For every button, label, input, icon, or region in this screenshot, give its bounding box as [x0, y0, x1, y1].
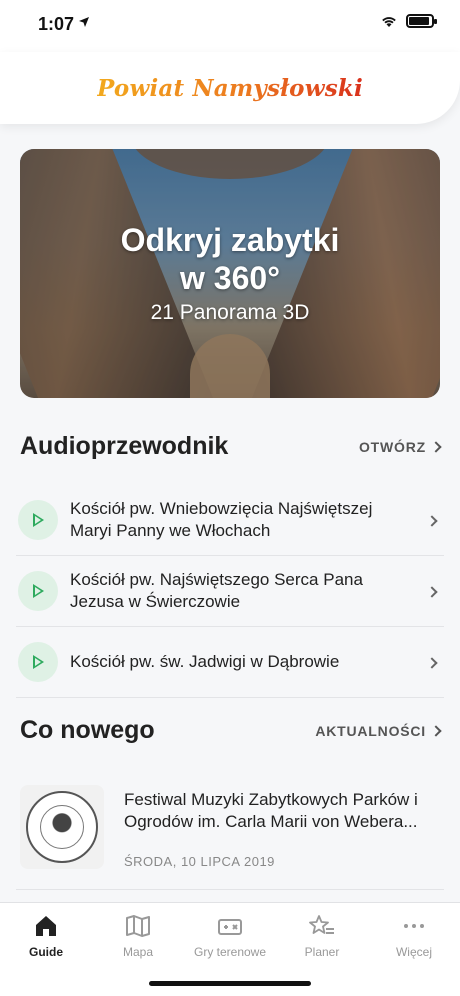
- tab-label: Planer: [304, 945, 340, 959]
- audio-item-label: Kościół pw. Najświętszego Serca Pana Jez…: [70, 570, 363, 611]
- tab-guide[interactable]: Guide: [0, 913, 92, 959]
- news-section-header: Co nowego AKTUALNOŚCI: [20, 716, 442, 745]
- more-icon: [401, 913, 427, 939]
- tab-label: Mapa: [122, 945, 154, 959]
- chevron-right-icon: [430, 724, 442, 737]
- chevron-right-icon: [426, 657, 438, 669]
- audio-section-title: Audioprzewodnik: [20, 432, 229, 460]
- banner-title-line1: Odkryj zabytki: [120, 222, 340, 258]
- chevron-right-icon: [426, 515, 438, 527]
- star-list-icon: [309, 913, 335, 939]
- seal-logo: [26, 791, 98, 863]
- location-arrow-icon: [78, 16, 90, 31]
- map-icon: [125, 913, 151, 939]
- banner-title-line2: w 360°: [180, 260, 280, 296]
- audio-item-label: Kościół pw. św. Jadwigi w Dąbrowie: [70, 652, 340, 671]
- news-link-label: AKTUALNOŚCI: [315, 722, 426, 739]
- brand-logo: Powiat Namysłowski: [97, 74, 363, 102]
- audio-section-header: Audioprzewodnik OTWÓRZ: [20, 432, 442, 461]
- play-button[interactable]: [18, 642, 58, 682]
- app-header: Powiat Namysłowski: [0, 52, 460, 124]
- news-item-date: ŚRODA, 10 LIPCA 2019: [124, 854, 275, 869]
- tab-gry-terenowe[interactable]: Gry terenowe: [184, 913, 276, 959]
- battery-icon: [406, 14, 437, 28]
- audio-list: Kościół pw. Wniebowzięcia Najświętszej M…: [16, 485, 444, 698]
- tab-planer[interactable]: Planer: [276, 913, 368, 959]
- status-time: 1:07: [38, 14, 75, 34]
- play-button[interactable]: [18, 571, 58, 611]
- audio-item[interactable]: Kościół pw. Najświętszego Serca Pana Jez…: [16, 556, 444, 627]
- tab-mapa[interactable]: Mapa: [92, 913, 184, 959]
- tab-wiecej[interactable]: Więcej: [368, 913, 460, 959]
- home-indicator: [149, 981, 311, 986]
- play-button[interactable]: [18, 500, 58, 540]
- tab-label: Guide: [28, 945, 63, 959]
- audio-item[interactable]: Kościół pw. Wniebowzięcia Najświętszej M…: [16, 485, 444, 556]
- banner-title: Odkryj zabytki w 360°: [20, 221, 440, 297]
- news-thumbnail: [20, 785, 104, 869]
- status-bar: 1:07: [0, 0, 460, 52]
- audio-open-link[interactable]: OTWÓRZ: [358, 438, 442, 455]
- tab-label: Więcej: [395, 945, 432, 959]
- audio-item-label: Kościół pw. Wniebowzięcia Najświętszej M…: [70, 499, 373, 540]
- chevron-right-icon: [426, 586, 438, 598]
- audio-open-label: OTWÓRZ: [358, 438, 426, 455]
- chevron-right-icon: [430, 440, 442, 453]
- game-icon: [217, 913, 243, 939]
- news-item[interactable]: Festiwal Muzyki Zabytkowych Parków i Ogr…: [16, 775, 444, 890]
- tab-bar: Guide Mapa Gry terenowe Planer Więcej: [0, 902, 460, 996]
- banner-subtitle: 21 Panorama 3D: [150, 301, 310, 324]
- news-section-title: Co nowego: [20, 716, 155, 744]
- news-item-title: Festiwal Muzyki Zabytkowych Parków i Ogr…: [124, 790, 418, 831]
- tab-label: Gry terenowe: [193, 945, 267, 959]
- status-icons: [380, 14, 437, 28]
- panorama-banner[interactable]: Odkryj zabytki w 360° 21 Panorama 3D: [20, 149, 440, 398]
- news-link[interactable]: AKTUALNOŚCI: [315, 722, 442, 739]
- play-icon: [32, 655, 44, 669]
- audio-item[interactable]: Kościół pw. św. Jadwigi w Dąbrowie: [16, 627, 444, 698]
- wifi-icon: [382, 17, 396, 27]
- play-icon: [32, 513, 44, 527]
- play-icon: [32, 584, 44, 598]
- home-icon: [34, 913, 58, 939]
